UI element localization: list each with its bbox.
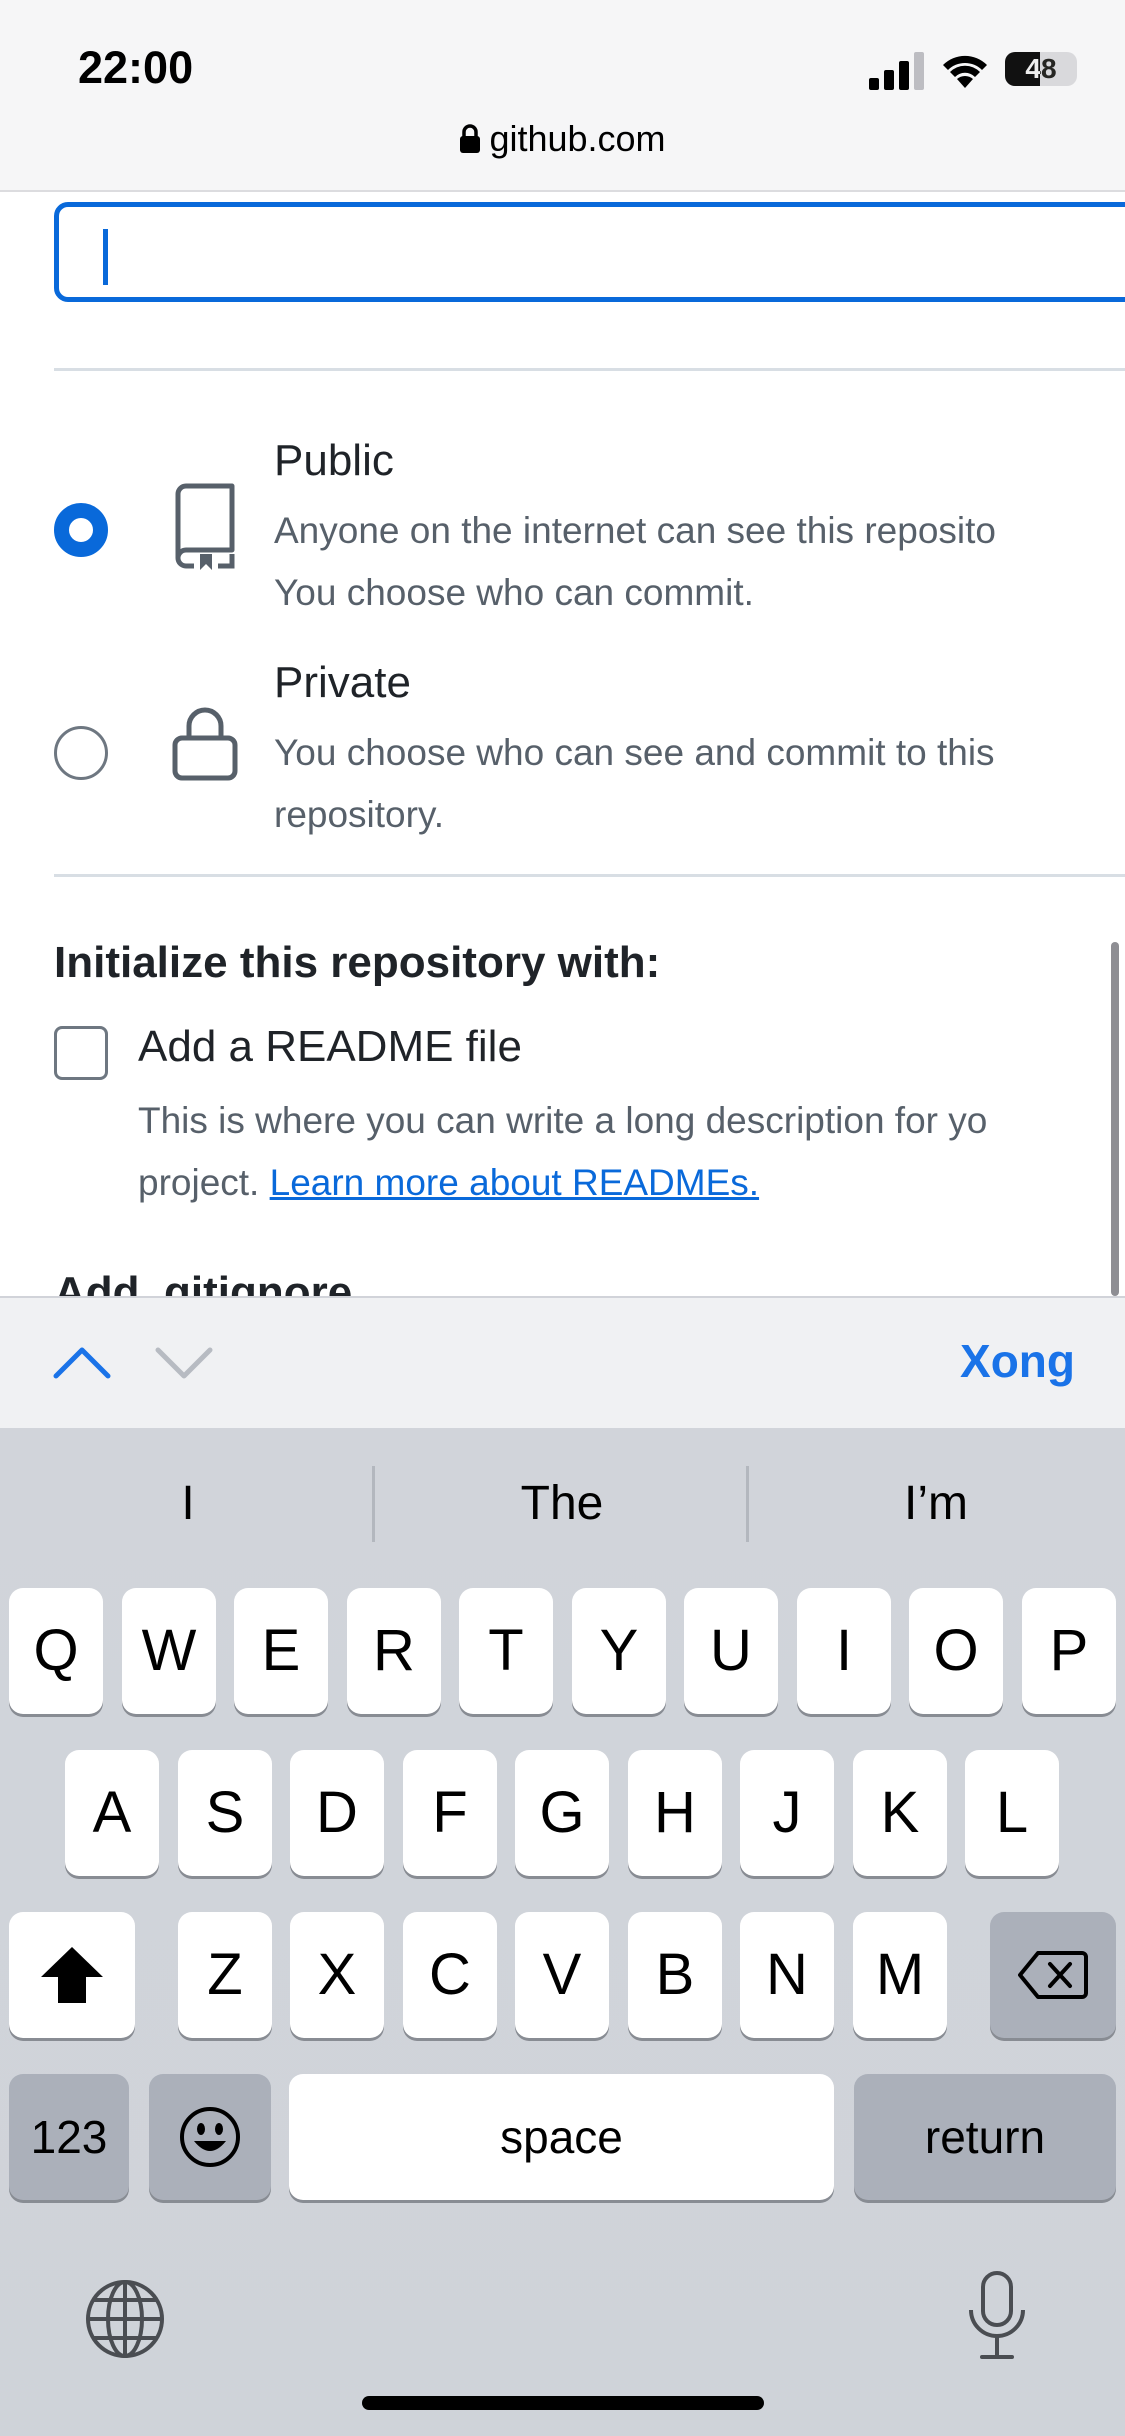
key-y[interactable]: Y — [572, 1588, 666, 1714]
numbers-key[interactable]: 123 — [9, 2074, 129, 2200]
gitignore-heading: Add .gitignore — [54, 1268, 353, 1296]
key-g[interactable]: G — [515, 1750, 609, 1876]
private-title: Private — [274, 658, 411, 707]
key-c[interactable]: C — [403, 1912, 497, 2038]
private-radio[interactable] — [54, 726, 108, 780]
microphone-icon[interactable] — [966, 2270, 1028, 2362]
public-title: Public — [274, 436, 394, 485]
readme-description-prefix: project. — [138, 1162, 270, 1203]
space-key[interactable]: space — [289, 2074, 834, 2200]
key-x[interactable]: X — [290, 1912, 384, 2038]
lock-icon — [172, 707, 238, 781]
key-p[interactable]: P — [1022, 1588, 1116, 1714]
suggestion-divider — [372, 1466, 375, 1542]
emoji-key[interactable] — [149, 2074, 271, 2200]
shift-key[interactable] — [9, 1912, 135, 2038]
page-content: Public Anyone on the internet can see th… — [0, 190, 1125, 1296]
public-description-1: Anyone on the internet can see this repo… — [274, 510, 996, 551]
private-description-1: You choose who can see and commit to thi… — [274, 732, 995, 773]
key-v[interactable]: V — [515, 1912, 609, 2038]
key-d[interactable]: D — [290, 1750, 384, 1876]
key-s[interactable]: S — [178, 1750, 272, 1876]
key-f[interactable]: F — [403, 1750, 497, 1876]
key-n[interactable]: N — [740, 1912, 834, 2038]
key-i[interactable]: I — [797, 1588, 891, 1714]
cellular-signal-icon — [869, 52, 924, 90]
public-radio[interactable] — [54, 503, 108, 557]
status-time: 22:00 — [78, 42, 194, 93]
initialize-title: Initialize this repository with: — [54, 938, 661, 987]
key-j[interactable]: J — [740, 1750, 834, 1876]
divider — [54, 874, 1125, 877]
key-u[interactable]: U — [684, 1588, 778, 1714]
key-e[interactable]: E — [234, 1588, 328, 1714]
learn-more-readmes-link[interactable]: Learn more about READMEs. — [270, 1162, 759, 1203]
lock-icon — [460, 124, 481, 153]
key-z[interactable]: Z — [178, 1912, 272, 2038]
keyboard-accessory-bar: Xong — [0, 1296, 1125, 1430]
key-h[interactable]: H — [628, 1750, 722, 1876]
key-k[interactable]: K — [853, 1750, 947, 1876]
readme-description-1: This is where you can write a long descr… — [138, 1100, 988, 1141]
browser-top-bar: 22:00 48 github.com — [0, 0, 1125, 192]
suggestion-2[interactable]: The — [382, 1476, 742, 1531]
repository-name-input[interactable] — [54, 202, 1125, 302]
url-domain: github.com — [489, 118, 666, 159]
repo-book-icon — [175, 483, 235, 570]
readme-label[interactable]: Add a README file — [138, 1022, 522, 1072]
private-description-2: repository. — [274, 794, 444, 835]
readme-description-2: project. Learn more about READMEs. — [138, 1152, 759, 1214]
battery-percent: 48 — [1025, 53, 1057, 84]
emoji-icon — [180, 2107, 240, 2167]
key-l[interactable]: L — [965, 1750, 1059, 1876]
shift-icon — [41, 1947, 103, 2003]
key-w[interactable]: W — [122, 1588, 216, 1714]
key-a[interactable]: A — [65, 1750, 159, 1876]
done-button[interactable]: Xong — [960, 1334, 1075, 1388]
key-q[interactable]: Q — [9, 1588, 103, 1714]
chevron-up-icon[interactable] — [52, 1344, 112, 1380]
suggestion-1[interactable]: I — [8, 1476, 368, 1531]
backspace-key[interactable] — [990, 1912, 1116, 2038]
return-key[interactable]: return — [854, 2074, 1116, 2200]
battery-icon: 48 — [1005, 52, 1077, 86]
status-icons: 48 — [857, 50, 1077, 90]
key-t[interactable]: T — [459, 1588, 553, 1714]
suggestion-divider — [746, 1466, 749, 1542]
key-r[interactable]: R — [347, 1588, 441, 1714]
home-indicator[interactable] — [362, 2396, 764, 2410]
chevron-down-icon[interactable] — [154, 1344, 214, 1380]
page-scrollbar[interactable] — [1111, 942, 1119, 1296]
public-description-2: You choose who can commit. — [274, 572, 754, 613]
key-o[interactable]: O — [909, 1588, 1003, 1714]
key-m[interactable]: M — [853, 1912, 947, 2038]
text-caret — [103, 229, 108, 285]
globe-icon[interactable] — [84, 2278, 166, 2360]
url-bar[interactable]: github.com — [0, 118, 1125, 160]
suggestion-bar: I The I’m — [0, 1428, 1125, 1578]
keyboard: I The I’m Q W E R T Y U I O P A S D F G … — [0, 1428, 1125, 2436]
suggestion-3[interactable]: I’m — [756, 1476, 1116, 1531]
readme-checkbox[interactable] — [54, 1026, 108, 1080]
key-b[interactable]: B — [628, 1912, 722, 2038]
backspace-icon — [1018, 1951, 1088, 1999]
divider — [54, 368, 1125, 371]
wifi-icon — [943, 55, 987, 88]
